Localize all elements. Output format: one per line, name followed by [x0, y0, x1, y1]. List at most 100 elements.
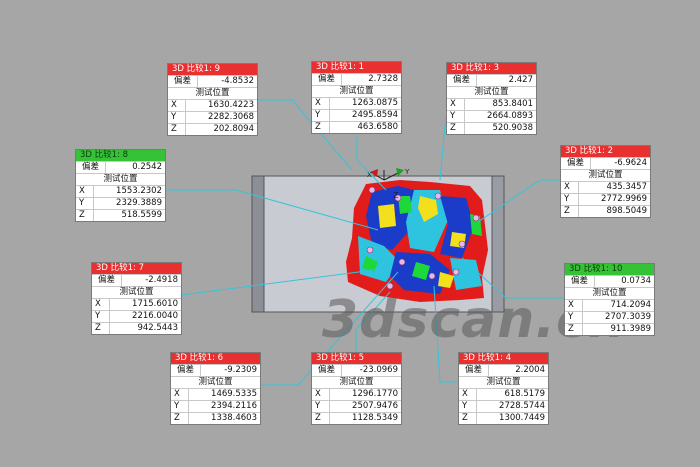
- x-value: 1630.4223: [208, 100, 254, 110]
- deviation-label: 偏差: [561, 158, 591, 169]
- deviation-label: 偏差: [459, 365, 489, 376]
- y-label: Y: [92, 311, 110, 322]
- z-label: Z: [76, 210, 94, 221]
- position-label: 测试位置: [119, 287, 154, 297]
- x-value: 1553.2302: [116, 186, 162, 196]
- x-value: 1715.6010: [132, 299, 178, 309]
- x-value: 435.3457: [606, 182, 647, 192]
- y-value: 2216.0040: [132, 311, 178, 321]
- compare-panel-p9[interactable]: 3D 比较1: 9 偏差 -4.8532 测试位置 X 1630.4223 Y 2282.30…: [167, 63, 258, 136]
- x-label: X: [312, 389, 330, 400]
- z-value: 1300.7449: [499, 413, 545, 423]
- compare-panel-p6[interactable]: 3D 比较1: 6 偏差 -9.2309 测试位置 X 1469.5335 Y 2394.21…: [170, 352, 261, 425]
- deviation-value: 2.2004: [515, 365, 545, 375]
- compare-panel-p2[interactable]: 3D 比较1: 2 偏差 -6.9624 测试位置 X 435.3457 Y 2772.996…: [560, 145, 651, 218]
- y-value: 2664.0893: [487, 111, 533, 121]
- y-label: Y: [76, 198, 94, 209]
- position-label: 测试位置: [486, 377, 521, 387]
- y-value: 2728.5744: [499, 401, 545, 411]
- x-value: 1469.5335: [211, 389, 257, 399]
- z-label: Z: [312, 413, 330, 424]
- z-value: 942.5443: [137, 323, 178, 333]
- deviation-label: 偏差: [171, 365, 201, 376]
- compare-panel-p4[interactable]: 3D 比较1: 4 偏差 2.2004 测试位置 X 618.5179 Y 2728.5744…: [458, 352, 549, 425]
- panel-title[interactable]: 3D 比较1: 1: [312, 62, 401, 73]
- position-label: 测试位置: [592, 288, 627, 298]
- compare-panel-p5[interactable]: 3D 比较1: 5 偏差 -23.0969 测试位置 X 1296.1770 Y 2507.9…: [311, 352, 402, 425]
- x-value: 618.5179: [504, 389, 545, 399]
- deviation-value: 0.0734: [621, 276, 651, 286]
- deviation-value: -6.9624: [614, 158, 647, 168]
- deviation-value: -9.2309: [224, 365, 257, 375]
- x-label: X: [561, 182, 579, 193]
- compare-panel-p10[interactable]: 3D 比较1: 10 偏差 0.0734 测试位置 X 714.2094 Y 2707.303…: [564, 263, 655, 336]
- position-label: 测试位置: [195, 88, 230, 98]
- panel-title[interactable]: 3D 比较1: 3: [447, 63, 536, 74]
- y-label: Y: [447, 111, 465, 122]
- panel-title[interactable]: 3D 比较1: 8: [76, 150, 165, 161]
- panel-title[interactable]: 3D 比较1: 9: [168, 64, 257, 75]
- z-value: 463.6580: [357, 122, 398, 132]
- deviation-label: 偏差: [168, 76, 198, 87]
- compare-panel-p3[interactable]: 3D 比较1: 3 偏差 2.427 测试位置 X 853.8401 Y 2664.0893 Z…: [446, 62, 537, 135]
- z-value: 202.8094: [213, 124, 254, 134]
- position-label: 测试位置: [198, 377, 233, 387]
- axis-label-y: Y: [404, 168, 410, 176]
- axis-label-z: Z: [393, 191, 399, 200]
- y-label: Y: [312, 401, 330, 412]
- panel-title[interactable]: 3D 比较1: 2: [561, 146, 650, 157]
- deviation-label: 偏差: [76, 162, 106, 173]
- deviation-value: -2.4918: [145, 275, 178, 285]
- y-label: Y: [312, 110, 330, 121]
- position-label: 测试位置: [339, 86, 374, 96]
- z-value: 518.5599: [121, 210, 162, 220]
- y-label: Y: [565, 312, 583, 323]
- y-label: Y: [459, 401, 477, 412]
- x-value: 1296.1770: [352, 389, 398, 399]
- compare-panel-p1[interactable]: 3D 比较1: 1 偏差 2.7328 测试位置 X 1263.0875 Y 2495.859…: [311, 61, 402, 134]
- y-value: 2394.2116: [211, 401, 257, 411]
- z-label: Z: [312, 122, 330, 133]
- viewport-3d[interactable]: X Y Z 3dscan.cn 3D 比较1: 9 偏差 -4.8532 测试位置 X 1…: [0, 0, 700, 467]
- deviation-label: 偏差: [312, 365, 342, 376]
- deviation-label: 偏差: [565, 276, 595, 287]
- z-label: Z: [168, 124, 186, 135]
- deviation-value: 0.2542: [132, 162, 162, 172]
- x-label: X: [447, 99, 465, 110]
- compare-panel-p7[interactable]: 3D 比较1: 7 偏差 -2.4918 测试位置 X 1715.6010 Y 2216.00…: [91, 262, 182, 335]
- deviation-value: 2.427: [508, 75, 533, 85]
- position-label: 测试位置: [474, 87, 509, 97]
- x-label: X: [168, 100, 186, 111]
- deviation-color-map: [346, 180, 488, 302]
- panel-title[interactable]: 3D 比较1: 5: [312, 353, 401, 364]
- x-value: 853.8401: [492, 99, 533, 109]
- deviation-value: 2.7328: [368, 74, 398, 84]
- deviation-label: 偏差: [447, 75, 477, 86]
- compare-panel-p8[interactable]: 3D 比较1: 8 偏差 0.2542 测试位置 X 1553.2302 Y 2329.388…: [75, 149, 166, 222]
- panel-title[interactable]: 3D 比较1: 10: [565, 264, 654, 275]
- z-value: 898.5049: [606, 206, 647, 216]
- z-label: Z: [565, 324, 583, 335]
- panel-title[interactable]: 3D 比较1: 6: [171, 353, 260, 364]
- position-label: 测试位置: [339, 377, 374, 387]
- z-value: 1338.4603: [211, 413, 257, 423]
- panel-title[interactable]: 3D 比较1: 7: [92, 263, 181, 274]
- y-value: 2495.8594: [352, 110, 398, 120]
- x-label: X: [92, 299, 110, 310]
- z-label: Z: [171, 413, 189, 424]
- y-value: 2507.9476: [352, 401, 398, 411]
- z-label: Z: [447, 123, 465, 134]
- deviation-value: -23.0969: [359, 365, 398, 375]
- x-label: X: [312, 98, 330, 109]
- x-value: 714.2094: [610, 300, 651, 310]
- deviation-value: -4.8532: [221, 76, 254, 86]
- z-label: Z: [561, 206, 579, 217]
- y-label: Y: [561, 194, 579, 205]
- panel-title[interactable]: 3D 比较1: 4: [459, 353, 548, 364]
- x-label: X: [171, 389, 189, 400]
- position-label: 测试位置: [103, 174, 138, 184]
- deviation-label: 偏差: [92, 275, 122, 286]
- y-label: Y: [168, 112, 186, 123]
- x-value: 1263.0875: [352, 98, 398, 108]
- x-label: X: [565, 300, 583, 311]
